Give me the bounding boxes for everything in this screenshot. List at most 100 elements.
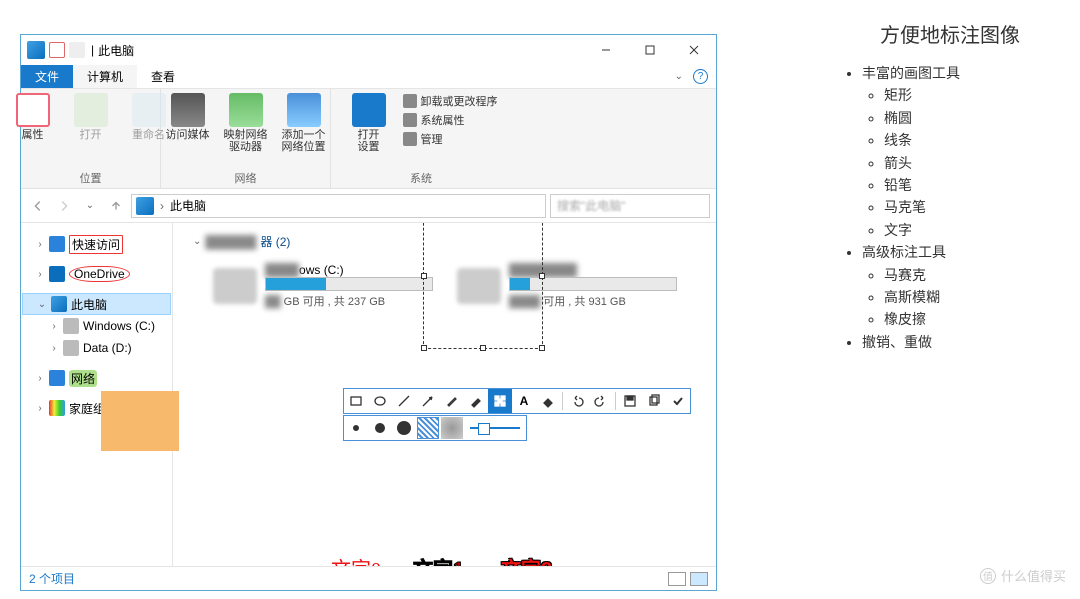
nav-network[interactable]: › 网络: [21, 367, 172, 389]
text-annotation-1[interactable]: 文字1: [413, 553, 464, 566]
status-bar: 2 个项目: [21, 566, 716, 590]
tool-marker[interactable]: [464, 389, 488, 413]
tool-save[interactable]: [618, 389, 642, 413]
feature-item: 高斯模糊: [884, 286, 1060, 308]
tab-computer[interactable]: 计算机: [73, 65, 137, 88]
ribbon-rename[interactable]: 重命名: [125, 93, 173, 141]
ribbon-body: 属性 打开 重命名 位置 访问媒体 映射网络 驱动器 添加一个 网络位置 网络 …: [21, 89, 716, 189]
feature-item: 椭圆: [884, 107, 1060, 129]
ribbon-tabs: 文件 计算机 查看 ⌄ ?: [21, 65, 716, 89]
strength-slider[interactable]: [470, 427, 520, 429]
address-input[interactable]: › 此电脑: [131, 194, 546, 218]
star-icon: [49, 236, 65, 252]
feature-item: 马克笔: [884, 196, 1060, 218]
back-button[interactable]: [27, 195, 49, 217]
feature-item: 马赛克: [884, 264, 1060, 286]
watermark-icon: 值: [980, 568, 996, 584]
tab-view[interactable]: 查看: [137, 65, 189, 88]
size-medium[interactable]: [368, 416, 392, 440]
watermark: 值 什么值得买: [980, 566, 1066, 585]
feature-item: 橡皮擦: [884, 308, 1060, 330]
pc-icon: [51, 296, 67, 312]
ribbon-uninstall[interactable]: 卸载或更改程序: [403, 93, 498, 109]
tool-text[interactable]: A: [512, 389, 536, 413]
drive-c[interactable]: ████ows (C:) ██ GB 可用 , 共 237 GB: [213, 263, 433, 309]
tool-eraser[interactable]: [536, 389, 560, 413]
titlebar: | 此电脑: [21, 35, 716, 65]
drive-icon: [213, 268, 257, 304]
manage-icon: [403, 132, 417, 146]
annotation-options: [343, 415, 527, 441]
tool-ellipse[interactable]: [368, 389, 392, 413]
tab-file[interactable]: 文件: [21, 65, 73, 88]
feature-item: 箭头: [884, 152, 1060, 174]
ribbon-add-location[interactable]: 添加一个 网络位置: [280, 93, 328, 153]
ribbon-collapse-icon[interactable]: ⌄: [675, 71, 683, 82]
help-icon[interactable]: ?: [693, 69, 708, 84]
blur-mode[interactable]: [441, 417, 463, 439]
nav-drive-c[interactable]: › Windows (C:): [21, 315, 172, 337]
cloud-icon: [49, 266, 65, 282]
tool-arrow[interactable]: [416, 389, 440, 413]
annotation-toolbar: A: [343, 388, 691, 414]
window-title: 此电脑: [98, 42, 134, 59]
view-details-icon[interactable]: [668, 572, 686, 586]
tool-confirm[interactable]: [666, 389, 690, 413]
text-annotation-0[interactable]: 文字0: [331, 553, 381, 566]
feature-undo: 撤销、重做: [862, 331, 1060, 353]
feature-list: 方便地标注图像 丰富的画图工具 矩形椭圆线条箭头铅笔马克笔文字 高级标注工具 马…: [840, 20, 1060, 353]
uninstall-icon: [403, 94, 417, 108]
ribbon-map-drive[interactable]: 映射网络 驱动器: [222, 93, 270, 153]
tool-redo[interactable]: [589, 389, 613, 413]
content-area: › 快速访问 › OneDrive ⌄ 此电脑 › Windows (C:): [21, 223, 716, 566]
feature-item: 矩形: [884, 84, 1060, 106]
drive-icon: [63, 318, 79, 334]
feature-item: 铅笔: [884, 174, 1060, 196]
homegroup-icon: [49, 400, 65, 416]
nav-pane: › 快速访问 › OneDrive ⌄ 此电脑 › Windows (C:): [21, 223, 173, 566]
tool-rect[interactable]: [344, 389, 368, 413]
nav-onedrive[interactable]: › OneDrive: [21, 263, 172, 285]
size-large[interactable]: [392, 416, 416, 440]
sysprops-icon: [403, 113, 417, 127]
address-bar: ⌄ › 此电脑 搜索"此电脑": [21, 189, 716, 223]
mosaic-mode[interactable]: [417, 417, 439, 439]
tool-undo[interactable]: [565, 389, 589, 413]
view-tiles-icon[interactable]: [690, 572, 708, 586]
feature-title: 方便地标注图像: [840, 20, 1060, 52]
qat-icon[interactable]: [69, 42, 85, 58]
feature-item: 线条: [884, 129, 1060, 151]
tool-pencil[interactable]: [440, 389, 464, 413]
explorer-window: | 此电脑 文件 计算机 查看 ⌄ ? 属性 打开 重命名 位置 访问媒体 映射: [20, 34, 717, 591]
maximize-button[interactable]: [628, 35, 672, 65]
pc-icon: [27, 41, 45, 59]
ribbon-properties[interactable]: 属性: [9, 93, 57, 141]
forward-button[interactable]: [53, 195, 75, 217]
nav-this-pc[interactable]: ⌄ 此电脑: [22, 293, 171, 315]
close-button[interactable]: [672, 35, 716, 65]
qat-icon[interactable]: [49, 42, 65, 58]
text-annotation-2[interactable]: 文字2: [501, 553, 552, 566]
network-icon: [49, 370, 65, 386]
drive-icon: [63, 340, 79, 356]
nav-drive-d[interactable]: › Data (D:): [21, 337, 172, 359]
ribbon-manage[interactable]: 管理: [403, 131, 498, 147]
ribbon-sysprops[interactable]: 系统属性: [403, 112, 498, 128]
up-button[interactable]: [105, 195, 127, 217]
tool-line[interactable]: [392, 389, 416, 413]
main-pane: ⌄ ██████ 器 (2) ████ows (C:) ██ GB 可用 , 共…: [173, 223, 716, 566]
nav-quick-access[interactable]: › 快速访问: [21, 233, 172, 255]
section-header[interactable]: ⌄ ██████ 器 (2): [193, 233, 290, 250]
ribbon-open-settings[interactable]: 打开 设置: [345, 93, 393, 153]
ribbon-open[interactable]: 打开: [67, 93, 115, 141]
search-input[interactable]: 搜索"此电脑": [550, 194, 710, 218]
selection-marquee[interactable]: [423, 223, 543, 349]
pc-icon: [136, 197, 154, 215]
minimize-button[interactable]: [584, 35, 628, 65]
fill-annotation: [101, 391, 179, 451]
tool-mosaic[interactable]: [488, 389, 512, 413]
tool-copy[interactable]: [642, 389, 666, 413]
status-text: 2 个项目: [29, 570, 75, 587]
size-small[interactable]: [344, 416, 368, 440]
recent-button[interactable]: ⌄: [79, 195, 101, 217]
